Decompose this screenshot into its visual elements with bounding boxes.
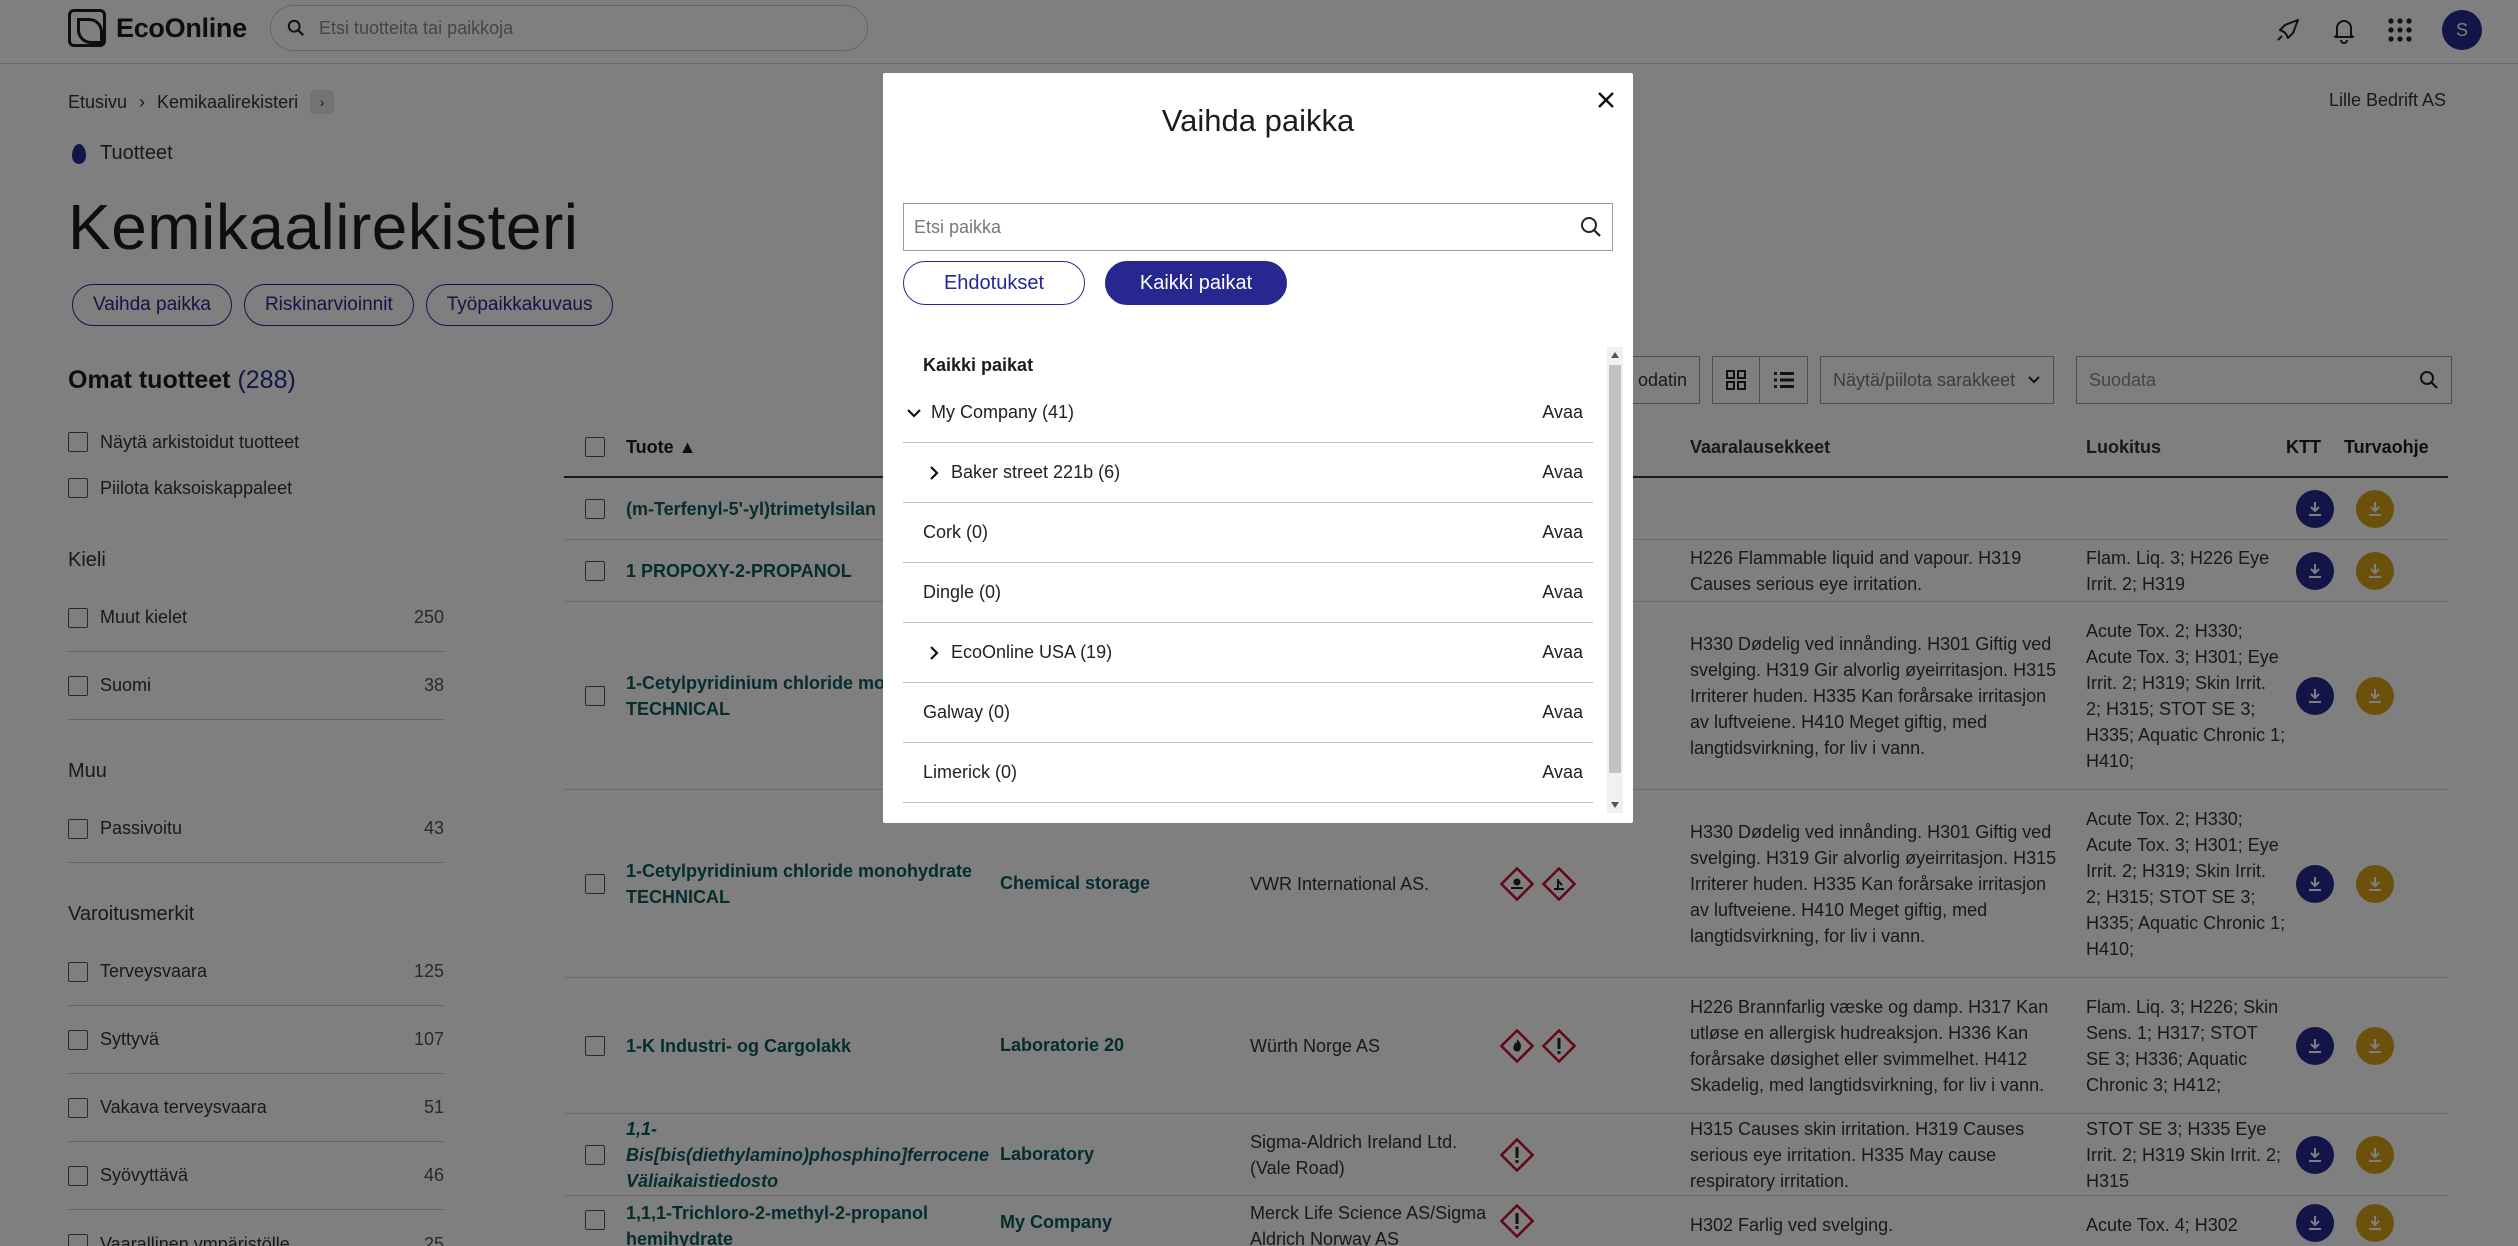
location-name: Galway (0) <box>923 702 1011 722</box>
open-location-link[interactable]: Avaa <box>1542 762 1593 783</box>
chevron-right-icon[interactable] <box>927 465 941 480</box>
location-row[interactable]: Limerick (0) Avaa <box>903 743 1593 803</box>
tab-all-locations[interactable]: Kaikki paikat <box>1105 261 1287 305</box>
open-location-link[interactable]: Avaa <box>1542 522 1593 543</box>
scroll-down-icon[interactable] <box>1607 797 1623 813</box>
scroll-thumb[interactable] <box>1609 365 1621 773</box>
search-icon[interactable] <box>1580 216 1602 238</box>
scroll-up-icon[interactable] <box>1607 347 1623 363</box>
chevron-right-icon[interactable] <box>927 645 941 660</box>
location-row[interactable]: Cork (0) Avaa <box>903 503 1593 563</box>
location-row[interactable]: My Company (41) Avaa <box>903 383 1593 443</box>
list-scrollbar[interactable] <box>1607 347 1623 813</box>
close-icon[interactable] <box>1593 87 1619 113</box>
location-list: Kaikki paikat My Company (41) Avaa Baker… <box>903 347 1623 813</box>
location-name: Limerick (0) <box>923 762 1018 782</box>
open-location-link[interactable]: Avaa <box>1542 702 1593 723</box>
chevron-down-icon[interactable] <box>907 406 921 420</box>
location-name: Dingle (0) <box>923 582 1002 602</box>
location-row[interactable]: Galway (0) Avaa <box>903 683 1593 743</box>
change-location-dialog: Vaihda paikka Ehdotukset Kaikki paikat K… <box>883 73 1633 823</box>
location-name: EcoOnline USA (19) <box>951 642 1113 662</box>
location-row[interactable]: EcoOnline USA (19) Avaa <box>903 623 1593 683</box>
dialog-title: Vaihda paikka <box>1161 103 1355 138</box>
location-row[interactable]: Dingle (0) Avaa <box>903 563 1593 623</box>
location-name: Baker street 221b (6) <box>951 462 1121 482</box>
location-row[interactable]: Baker street 221b (6) Avaa <box>903 443 1593 503</box>
location-list-header: Kaikki paikat <box>923 354 1034 375</box>
open-location-link[interactable]: Avaa <box>1542 402 1593 423</box>
open-location-link[interactable]: Avaa <box>1542 462 1593 483</box>
location-name: My Company (41) <box>931 402 1075 422</box>
location-search-input[interactable] <box>914 216 1580 238</box>
location-name: Cork (0) <box>923 522 989 542</box>
open-location-link[interactable]: Avaa <box>1542 642 1593 663</box>
open-location-link[interactable]: Avaa <box>1542 582 1593 603</box>
tab-suggestions[interactable]: Ehdotukset <box>903 261 1085 305</box>
location-tabs: Ehdotukset Kaikki paikat <box>903 261 1287 305</box>
location-search[interactable] <box>903 203 1613 251</box>
